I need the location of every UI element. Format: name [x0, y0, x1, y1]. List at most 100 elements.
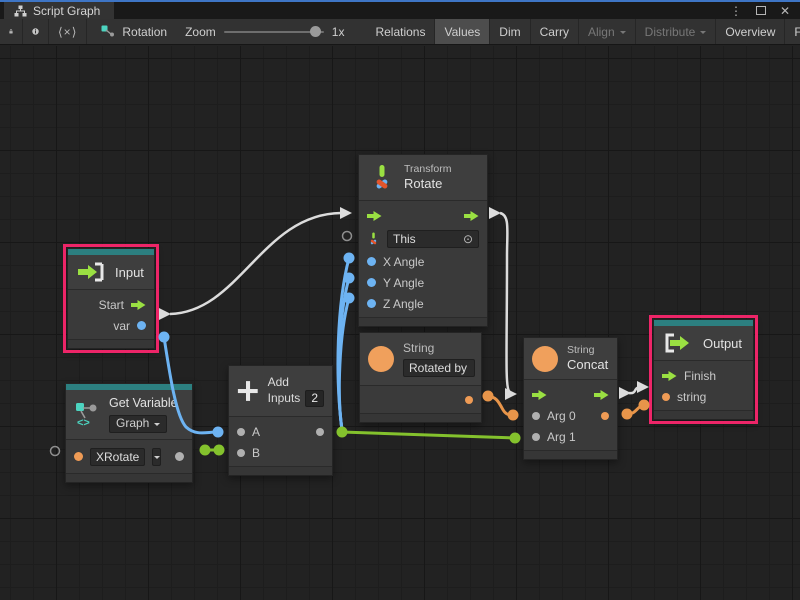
close-icon[interactable]: ✕	[780, 5, 790, 17]
menu-icon[interactable]: ⋮	[730, 5, 742, 17]
graph-canvas[interactable]: Input Start var	[0, 46, 800, 600]
control-output-port-icon[interactable]	[131, 300, 146, 310]
wire-concat-to-output[interactable]	[619, 381, 649, 399]
variable-name-field[interactable]: XRotate	[90, 448, 145, 466]
variable-scope-dropdown[interactable]: Graph	[109, 415, 167, 433]
port-row-this[interactable]: This ⊙	[359, 226, 487, 251]
control-row[interactable]	[524, 384, 617, 405]
unconnected-port[interactable]	[51, 447, 60, 456]
port-row-output[interactable]	[360, 390, 481, 410]
add-icon	[237, 379, 259, 403]
lock-button[interactable]	[0, 19, 23, 44]
value-output-port[interactable]	[601, 412, 609, 420]
value-input-port[interactable]	[237, 449, 245, 457]
node-add-inputs[interactable]: Add Inputs 2 A B	[228, 365, 333, 476]
chevron-down-icon	[620, 31, 626, 37]
port-label: Arg 1	[547, 430, 576, 444]
port-row-arg0[interactable]: Arg 0	[524, 405, 617, 426]
port-row-b[interactable]: B	[229, 442, 332, 463]
port-row-variable-name[interactable]: XRotate	[66, 444, 192, 470]
this-target-field[interactable]: This ⊙	[387, 230, 479, 248]
overview-button[interactable]: Overview	[716, 19, 785, 44]
value-output-port[interactable]	[137, 321, 146, 330]
control-input-port-icon[interactable]	[662, 371, 677, 381]
relations-button[interactable]: Relations	[366, 19, 435, 44]
distribute-button[interactable]: Distribute	[636, 19, 717, 44]
node-concat[interactable]: String Concat Arg 0 Arg 1	[523, 337, 618, 460]
value-output-port[interactable]	[465, 396, 473, 404]
carry-button[interactable]: Carry	[531, 19, 579, 44]
string-type-icon	[368, 346, 394, 372]
fullscreen-button[interactable]: Full Screen	[785, 19, 800, 44]
input-icon	[76, 262, 106, 282]
window-controls: ⋮ ✕	[730, 2, 800, 19]
zoom-slider[interactable]	[224, 31, 324, 33]
node-footer	[360, 413, 481, 422]
node-rotate[interactable]: Transform Rotate This	[358, 154, 488, 327]
dim-button[interactable]: Dim	[490, 19, 530, 44]
graph-icon	[14, 5, 27, 17]
control-output-port-icon[interactable]	[594, 390, 609, 400]
zoom-value: 1x	[332, 25, 345, 39]
port-row-var[interactable]: var	[68, 315, 154, 336]
maximize-icon[interactable]	[756, 6, 766, 15]
align-button[interactable]: Align	[579, 19, 636, 44]
value-output-port[interactable]	[316, 428, 324, 436]
breadcrumb-label: Rotation	[122, 25, 167, 39]
wire-sum-to-xangle[interactable]	[338, 253, 355, 431]
wire-result-to-string[interactable]	[622, 400, 650, 420]
port-row-a[interactable]: A	[229, 421, 332, 442]
wire-sum-to-zangle[interactable]	[339, 293, 354, 431]
node-title: Get Variable	[109, 396, 178, 412]
value-input-port[interactable]	[367, 299, 376, 308]
value-input-port[interactable]	[532, 433, 540, 441]
breadcrumb[interactable]: Rotation	[87, 19, 181, 44]
value-input-port[interactable]	[237, 428, 245, 436]
transform-icon	[369, 164, 395, 192]
node-footer	[229, 466, 332, 475]
value-input-port[interactable]	[367, 278, 376, 287]
zoom-slider-handle[interactable]	[310, 26, 321, 37]
control-input-port-icon[interactable]	[367, 211, 382, 221]
inputs-count-field[interactable]: 2	[305, 390, 324, 407]
wire-string-to-arg0[interactable]	[483, 391, 519, 421]
node-get-variable[interactable]: <> Get Variable Graph XRotate	[65, 383, 193, 483]
control-row[interactable]	[359, 205, 487, 226]
node-output[interactable]: Output Finish string	[653, 319, 754, 420]
value-input-port[interactable]	[662, 393, 670, 401]
variable-name-dropdown-button[interactable]	[152, 448, 161, 466]
control-output-port-icon[interactable]	[464, 211, 479, 221]
wire-getvariable-to-b[interactable]	[200, 445, 225, 456]
chevron-down-icon	[700, 31, 706, 37]
port-row-arg1[interactable]: Arg 1	[524, 426, 617, 447]
object-picker-icon[interactable]: ⊙	[463, 232, 473, 246]
control-input-port-icon[interactable]	[532, 390, 547, 400]
value-output-port[interactable]	[175, 452, 184, 461]
wire-rotate-to-concat[interactable]	[489, 207, 517, 400]
node-title: Rotate	[404, 176, 451, 192]
info-button[interactable]	[23, 19, 49, 44]
port-row-finish[interactable]: Finish	[654, 365, 753, 386]
values-button[interactable]: Values	[435, 19, 490, 44]
unconnected-port[interactable]	[343, 232, 352, 241]
port-row-y-angle[interactable]: Y Angle	[359, 272, 487, 293]
node-subtitle: String	[567, 344, 608, 357]
port-row-z-angle[interactable]: Z Angle	[359, 293, 487, 314]
wire-sum-to-yangle[interactable]	[339, 273, 355, 431]
tab-script-graph[interactable]: Script Graph	[4, 2, 114, 19]
node-footer	[359, 317, 487, 326]
wire-sum-to-arg1[interactable]	[337, 427, 521, 444]
port-row-string[interactable]: string	[654, 386, 753, 407]
node-input[interactable]: Input Start var	[67, 248, 155, 349]
wire-start-to-rotate[interactable]	[159, 207, 352, 320]
string-value-field[interactable]: Rotated by	[403, 359, 475, 377]
value-input-port[interactable]	[74, 452, 83, 461]
port-row-x-angle[interactable]: X Angle	[359, 251, 487, 272]
value-input-port[interactable]	[367, 257, 376, 266]
port-row-start[interactable]: Start	[68, 294, 154, 315]
node-string-literal[interactable]: String Rotated by	[359, 332, 482, 423]
value-input-port[interactable]	[532, 412, 540, 420]
port-label: B	[252, 446, 260, 460]
variables-toggle-button[interactable]: ⟨×⟩	[49, 19, 87, 44]
graph-unit-icon	[101, 25, 115, 38]
